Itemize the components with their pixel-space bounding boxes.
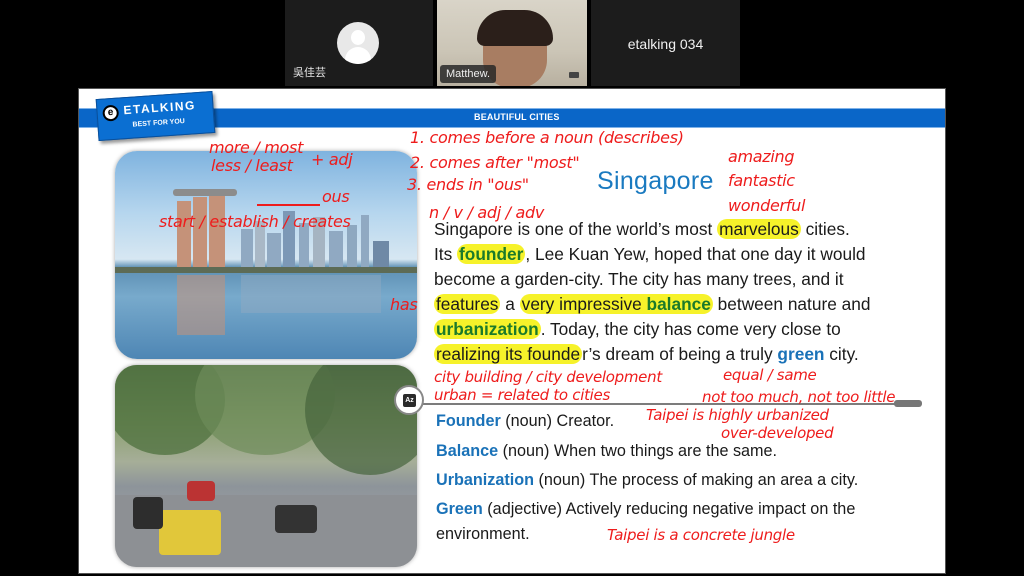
singapore-skyline-photo: Matthew.: [115, 151, 417, 359]
vocab-balance: balance: [646, 294, 711, 314]
smiley-logo-icon: e: [102, 104, 120, 122]
annotation: urban = related to cities: [434, 386, 610, 404]
annotation: fantastic: [728, 171, 795, 190]
vocab-founder: founder: [457, 244, 526, 264]
participant-name: 吳佳芸: [293, 67, 326, 79]
annotation: less / least: [211, 156, 293, 175]
annotation-blank: [257, 204, 320, 206]
reading-paragraph: Singapore is one of the world’s most mar…: [434, 217, 934, 367]
slide-heading: Singapore: [597, 167, 714, 195]
slide-title: BEAUTIFUL CITIES: [474, 112, 560, 122]
glossary-item: Balance (noun) When two things are the s…: [436, 442, 778, 460]
highlight: realizing its founde: [434, 344, 583, 364]
participant-tile[interactable]: etalking 034: [591, 0, 740, 86]
annotation: has: [390, 295, 418, 314]
highlight: marvelous: [717, 219, 801, 239]
default-person-icon: [337, 22, 379, 64]
vocab-urbanization: urbanization: [434, 319, 541, 339]
annotation: more / most: [209, 138, 304, 157]
shared-slide: BEAUTIFUL CITIES e ETALKING BEST FOR YOU…: [78, 88, 946, 574]
logo-brand: ETALKING: [123, 98, 197, 118]
participant-name: etalking 034: [627, 36, 704, 52]
glossary-item: Green (adjective) Actively reducing nega…: [436, 500, 856, 518]
tree-lined-street-photo: [115, 365, 417, 567]
paragraph-line: become a garden-city. The city has many …: [434, 269, 844, 289]
divider-handle: [894, 400, 922, 407]
paragraph-line: realizing its founde r’s dream of being a…: [434, 344, 859, 364]
annotation: amazing: [728, 147, 795, 166]
participant-name: Matthew.: [440, 65, 497, 83]
paragraph-line: urbanization. Today, the city has come v…: [434, 319, 841, 339]
annotation: ous: [322, 187, 350, 206]
paragraph-line: Its founder, Lee Kuan Yew, hoped that on…: [434, 244, 866, 264]
annotation: + adj: [311, 150, 353, 169]
annotation: not too much, not too little: [702, 388, 896, 406]
annotation: equal / same: [723, 366, 817, 384]
annotation: 3. ends in "ous": [407, 175, 529, 194]
annotation: 2. comes after "most": [410, 153, 580, 172]
dictionary-button[interactable]: Az: [394, 385, 424, 415]
annotation: 1. comes before a noun (describes): [410, 128, 684, 147]
annotation: Taipei is highly urbanized: [646, 406, 829, 424]
annotation: Taipei is a concrete jungle: [607, 526, 795, 544]
annotation: wonderful: [728, 196, 806, 215]
audio-indicator-icon: [569, 72, 579, 78]
annotation: over-developed: [721, 424, 834, 442]
etalking-logo: e ETALKING BEST FOR YOU: [95, 90, 216, 142]
participant-tile[interactable]: 吳佳芸: [285, 0, 433, 86]
glossary-item: Urbanization (noun) The process of makin…: [436, 471, 859, 489]
logo-tagline: BEST FOR YOU: [132, 117, 186, 129]
paragraph-line: features a very impressive balance betwe…: [434, 294, 871, 314]
annotation: n / v / adj / adv: [429, 203, 545, 222]
highlight: features: [434, 294, 501, 314]
annotation: city building / city development: [434, 368, 662, 386]
participant-video-tile[interactable]: Matthew.: [437, 0, 587, 86]
annotation: start / establish / creates: [159, 212, 351, 231]
vocab-green: green: [777, 344, 825, 364]
a-z-dictionary-icon: Az: [403, 394, 416, 407]
